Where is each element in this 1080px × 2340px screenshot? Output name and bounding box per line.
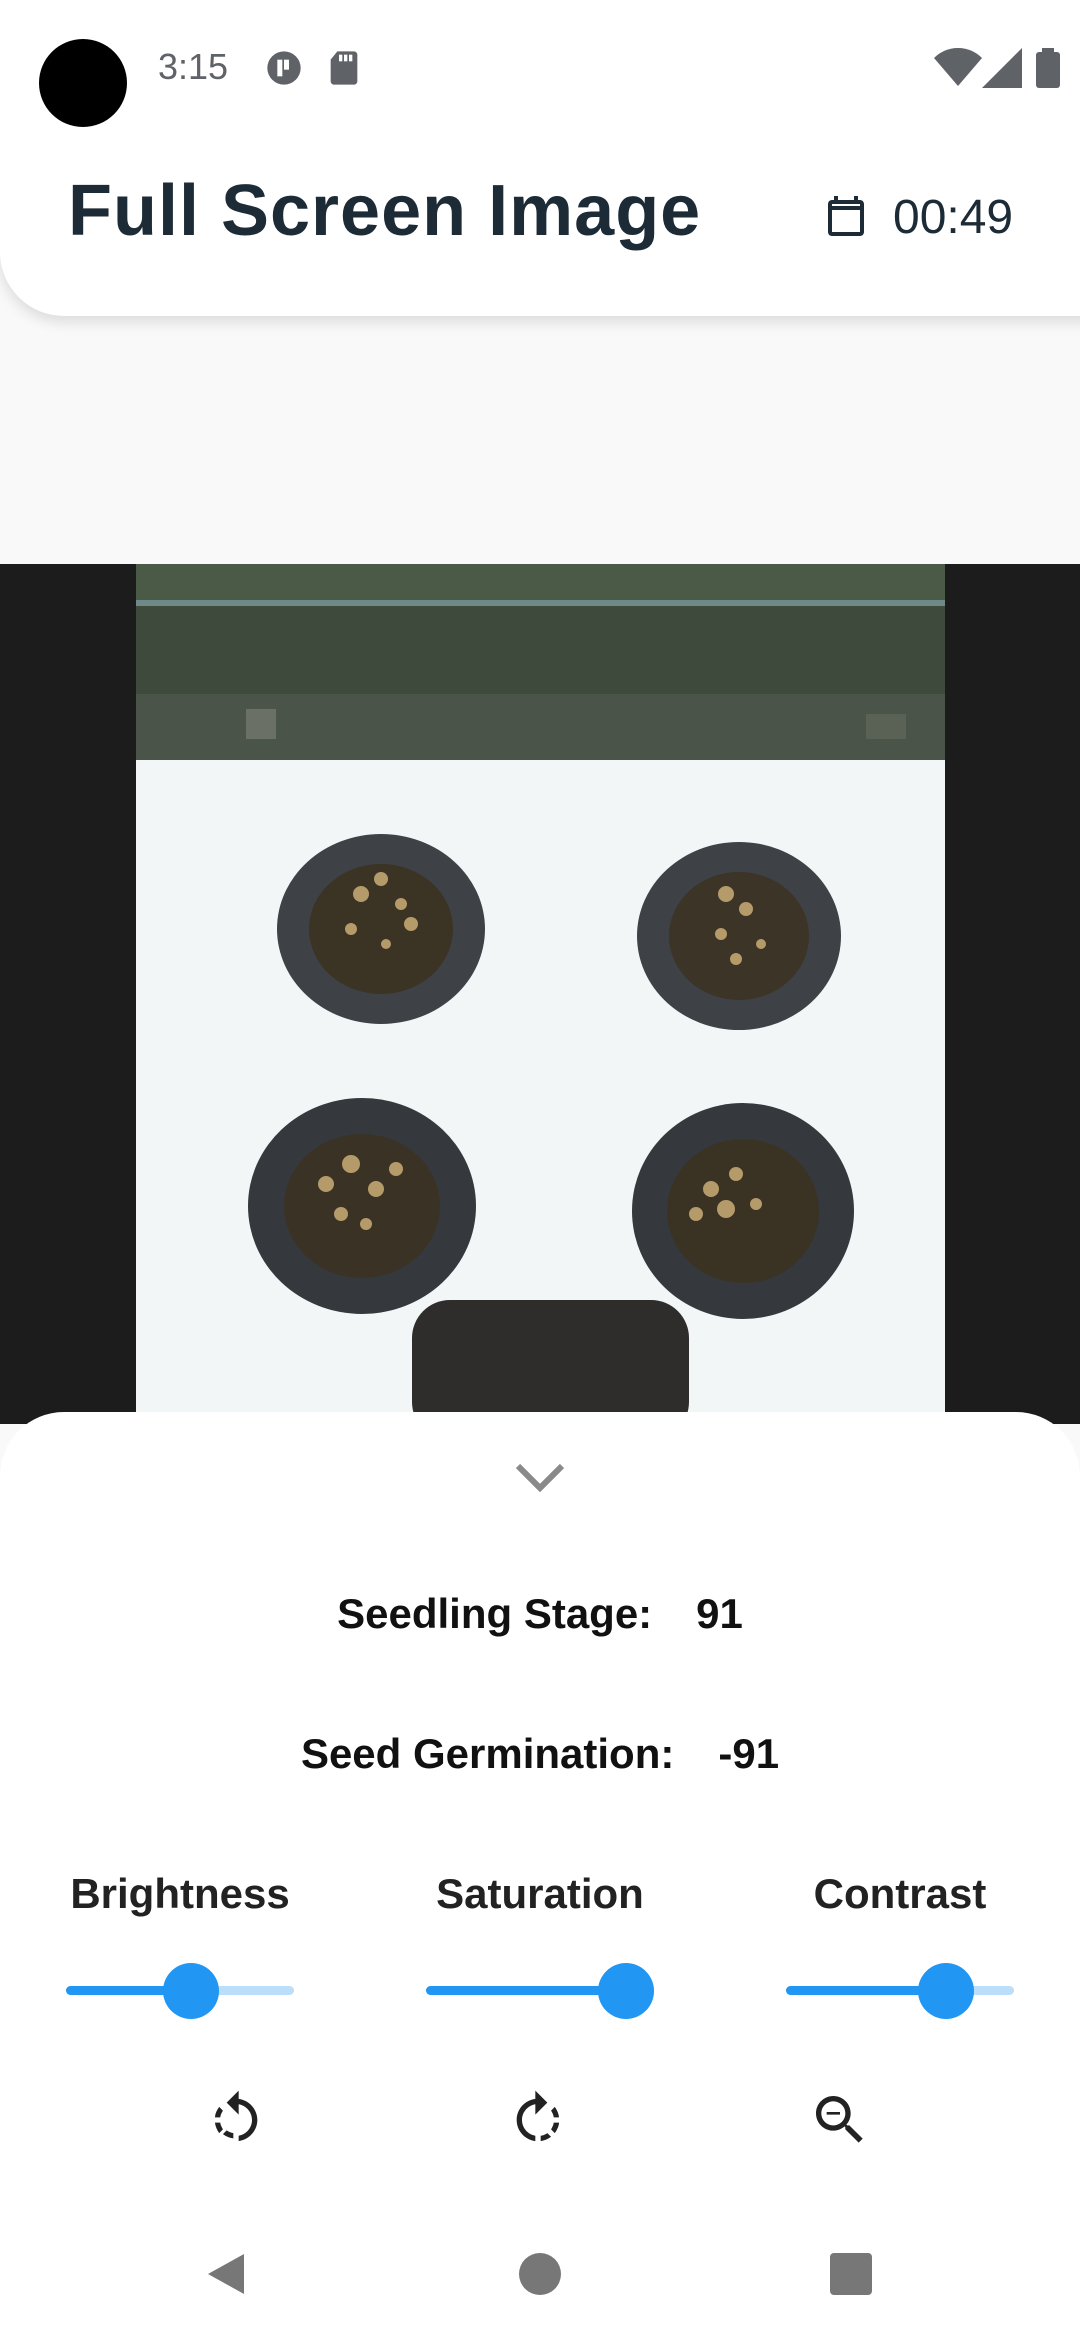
contrast-slider[interactable] (786, 1963, 1014, 2019)
rotate-right-icon[interactable] (506, 2088, 570, 2152)
back-icon[interactable] (204, 2250, 248, 2298)
seedling-stage-label: Seedling Stage: (337, 1590, 653, 1637)
saturation-label: Saturation (436, 1870, 644, 1917)
chevron-down-icon[interactable] (514, 1458, 566, 1498)
zoom-out-icon[interactable] (808, 2088, 872, 2152)
page-title: Full Screen Image (68, 171, 702, 251)
seed-germination-value: -91 (718, 1730, 780, 1777)
seedling-tray-photo (136, 564, 945, 1424)
seedling-stage-value: 91 (696, 1590, 743, 1637)
calendar-icon[interactable] (822, 192, 870, 240)
app-notification-icon (267, 51, 301, 85)
recents-icon[interactable] (830, 2253, 872, 2295)
brightness-label: Brightness (70, 1870, 290, 1917)
contrast-thumb[interactable] (918, 1963, 974, 2019)
seedling-stage-row: Seedling Stage: 91 (0, 1590, 1080, 1638)
status-bar: 3:15 (0, 0, 1080, 140)
sd-card-icon (330, 51, 358, 85)
header-time: 00:49 (893, 191, 1014, 244)
wifi-icon (934, 48, 982, 86)
rotate-left-icon[interactable] (204, 2088, 268, 2152)
brightness-slider[interactable] (66, 1963, 294, 2019)
seed-germination-label: Seed Germination: (300, 1730, 675, 1777)
battery-icon (1036, 48, 1060, 88)
brightness-thumb[interactable] (163, 1963, 219, 2019)
saturation-slider[interactable] (426, 1963, 654, 2019)
status-time: 3:15 (158, 46, 229, 87)
seed-germination-row: Seed Germination: -91 (0, 1730, 1080, 1778)
camera-cutout (39, 39, 127, 127)
image-viewer[interactable] (0, 564, 1080, 1424)
saturation-fill (426, 1986, 626, 1995)
signal-icon (982, 48, 1022, 88)
saturation-thumb[interactable] (598, 1963, 654, 2019)
bottom-sheet: Seedling Stage: 91 Seed Germination: -91 B… (0, 1412, 1080, 2340)
contrast-label: Contrast (813, 1870, 987, 1917)
home-icon[interactable] (519, 2253, 561, 2295)
